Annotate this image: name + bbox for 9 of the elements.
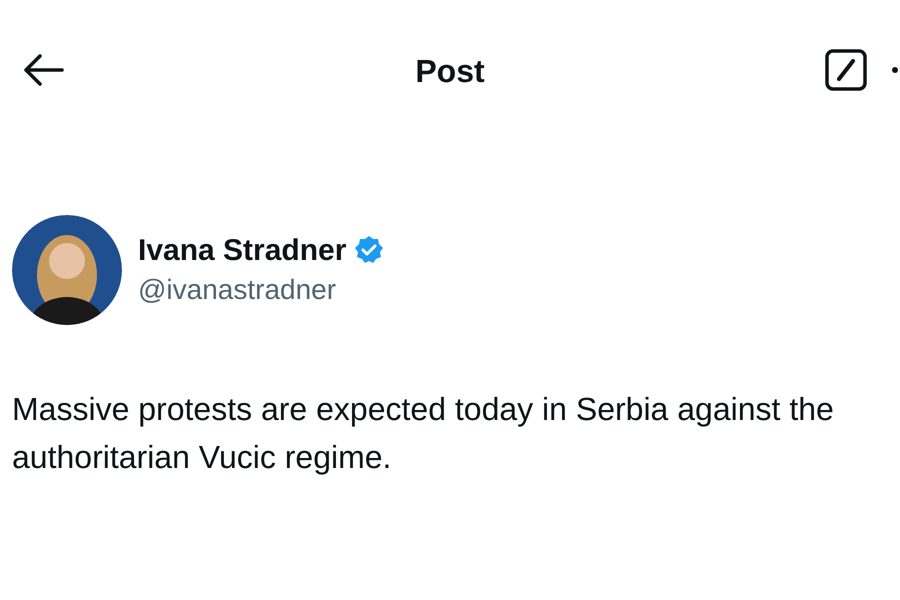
more-dot-icon[interactable] — [892, 67, 898, 73]
back-arrow-icon — [22, 52, 66, 88]
author-handle[interactable]: @ivanastradner — [138, 272, 384, 306]
pencil-square-icon — [824, 48, 868, 92]
author-name[interactable]: Ivana Stradner — [138, 234, 346, 267]
edit-button[interactable] — [824, 48, 868, 92]
post-text: Massive protests are expected today in Serbia against the authoritarian Vucic regime. — [11, 390, 835, 477]
back-button[interactable] — [22, 52, 66, 88]
page-title: Post — [415, 52, 485, 91]
